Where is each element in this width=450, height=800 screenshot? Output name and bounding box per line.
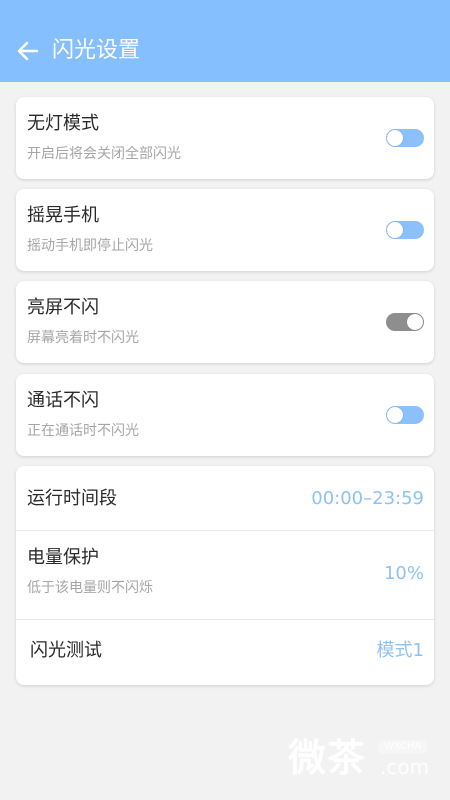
battery-protection-description: 低于该电量则不闪烁: [27, 580, 153, 596]
page-title: 闪光设置: [52, 38, 141, 63]
setting-description: 屏幕亮着时不闪光: [27, 330, 139, 346]
battery-protection-row[interactable]: 电量保护 低于该电量则不闪烁 10%: [16, 531, 434, 619]
toggle-knob: [387, 407, 403, 423]
setting-description: 开启后将会关闭全部闪光: [27, 146, 181, 162]
setting-card-call-no-flash: 通话不闪 正在通话时不闪光: [16, 374, 434, 456]
setting-description: 摇动手机即停止闪光: [27, 238, 153, 254]
setting-label: 亮屏不闪: [27, 297, 99, 318]
back-arrow-icon[interactable]: [14, 37, 42, 65]
shake-phone-toggle[interactable]: [386, 221, 424, 239]
toggle-knob: [387, 130, 403, 146]
setting-card-shake-phone: 摇晃手机 摇动手机即停止闪光: [16, 189, 434, 271]
toggle-knob: [387, 222, 403, 238]
battery-protection-label: 电量保护: [27, 547, 99, 568]
app-bar: 闪光设置: [0, 0, 450, 82]
setting-label: 通话不闪: [27, 390, 99, 411]
setting-label: 无灯模式: [27, 113, 99, 134]
setting-description: 正在通话时不闪光: [27, 423, 139, 439]
battery-protection-value: 10%: [383, 563, 424, 584]
flash-test-value: 模式1: [376, 640, 424, 661]
setting-card-screen-on-no-flash: 亮屏不闪 屏幕亮着时不闪光: [16, 281, 434, 363]
watermark-logo: 微茶 WXCHA .com: [288, 736, 438, 782]
flash-test-label: 闪光测试: [30, 640, 102, 661]
flash-test-row[interactable]: 闪光测试 模式1: [16, 620, 434, 685]
watermark-badge: WXCHA: [378, 740, 428, 754]
setting-card-no-light-mode: 无灯模式 开启后将会关闭全部闪光: [16, 97, 434, 179]
call-no-flash-toggle[interactable]: [386, 406, 424, 424]
toggle-knob: [407, 314, 423, 330]
settings-card: 运行时间段 00:00–23:59 电量保护 低于该电量则不闪烁 10% 闪光测…: [16, 466, 434, 685]
screen-on-no-flash-toggle[interactable]: [386, 313, 424, 331]
watermark-domain-text: .com: [380, 755, 430, 779]
run-time-period-row[interactable]: 运行时间段 00:00–23:59: [16, 466, 434, 530]
run-time-period-label: 运行时间段: [27, 488, 117, 509]
watermark-chinese-text: 微茶: [288, 736, 367, 780]
run-time-period-value: 00:00–23:59: [311, 488, 424, 509]
no-light-mode-toggle[interactable]: [386, 129, 424, 147]
setting-label: 摇晃手机: [27, 205, 99, 226]
